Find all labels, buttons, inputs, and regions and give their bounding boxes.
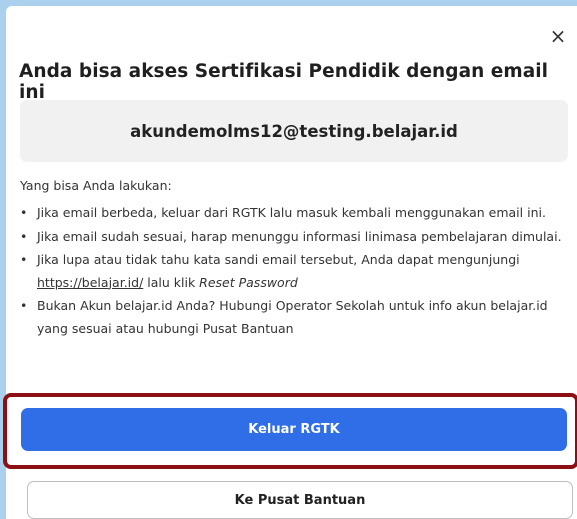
actions-list: • Jika email berbeda, keluar dari RGTK l…: [20, 202, 568, 341]
list-item-text: Jika lupa atau tidak tahu kata sandi ema…: [37, 252, 520, 267]
list-item-text: Bukan Akun belajar.id Anda? Hubungi Oper…: [37, 298, 548, 336]
bullet-icon: •: [20, 252, 28, 267]
list-item: • Jika email berbeda, keluar dari RGTK l…: [20, 202, 568, 225]
list-item: • Jika email sudah sesuai, harap menungg…: [20, 226, 568, 249]
list-item-text: Jika email sudah sesuai, harap menunggu …: [37, 228, 562, 244]
bullet-icon: •: [20, 298, 28, 313]
bullet-icon: •: [20, 205, 28, 220]
email-address: akundemolms12@testing.belajar.id: [130, 121, 458, 141]
dialog-title: Anda bisa akses Sertifikasi Pendidik den…: [19, 61, 549, 103]
list-item-text: lalu klik: [143, 274, 200, 290]
list-item: • Jika lupa atau tidak tahu kata sandi e…: [20, 249, 568, 294]
help-center-button[interactable]: Ke Pusat Bantuan: [27, 481, 573, 519]
actions-subtitle: Yang bisa Anda lakukan:: [20, 178, 172, 193]
list-item-text: Jika email berbeda, keluar dari RGTK lal…: [37, 205, 546, 220]
belajar-link[interactable]: https://belajar.id/: [37, 275, 143, 290]
bullet-icon: •: [20, 228, 28, 244]
email-box: akundemolms12@testing.belajar.id: [20, 100, 568, 162]
list-item: • Bukan Akun belajar.id Anda? Hubungi Op…: [20, 295, 568, 340]
reset-password-text: Reset Password: [199, 274, 298, 290]
close-icon[interactable]: ×: [546, 24, 570, 48]
logout-rgtk-button[interactable]: Keluar RGTK: [21, 408, 567, 451]
